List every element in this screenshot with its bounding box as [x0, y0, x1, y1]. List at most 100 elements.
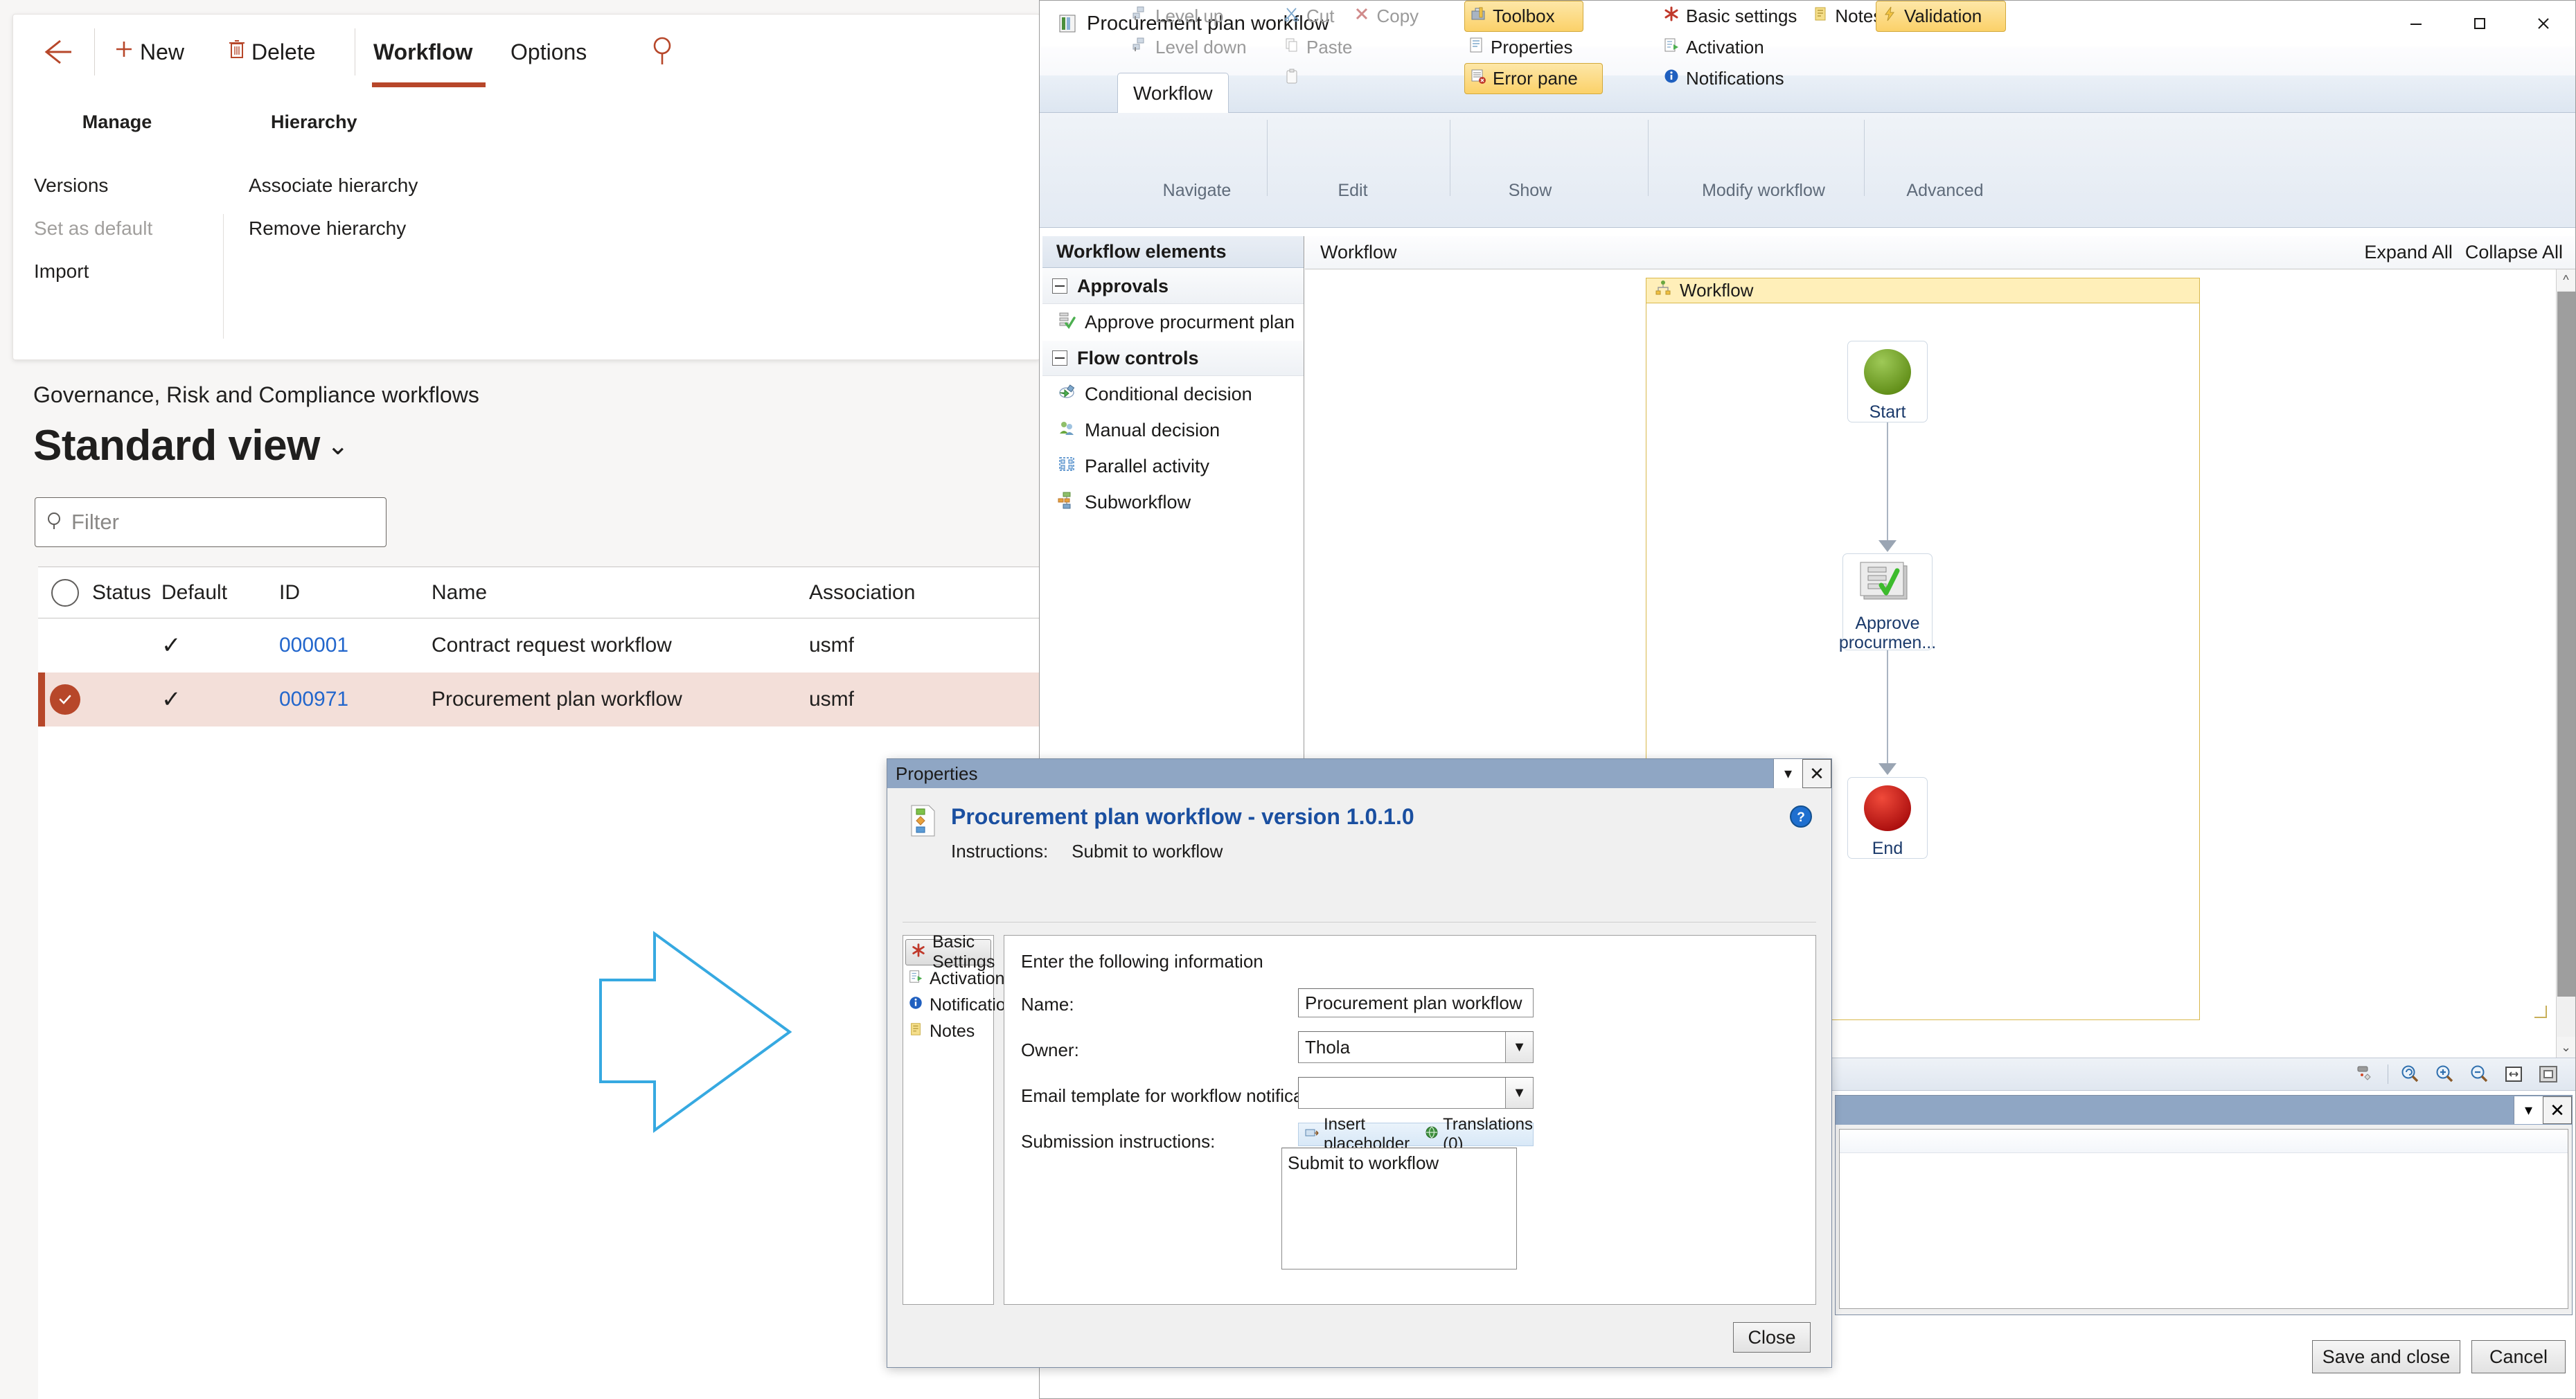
scroll-down-button[interactable]: ⌄ — [2557, 1037, 2575, 1058]
cell-id-link[interactable]: 000001 — [279, 634, 432, 657]
save-and-close-button[interactable]: Save and close — [2312, 1340, 2460, 1373]
new-button[interactable]: New — [114, 34, 184, 70]
expand-all-link[interactable]: Expand All — [2364, 242, 2453, 263]
email-template-select[interactable]: ▼ — [1298, 1077, 1534, 1109]
error-pane-body[interactable] — [1839, 1129, 2568, 1309]
chevron-down-icon[interactable]: ⌄ — [327, 430, 349, 461]
ribbon-item-associate-hierarchy[interactable]: Associate hierarchy — [249, 175, 526, 197]
zoom-in-icon[interactable] — [2431, 1062, 2458, 1087]
search-icon[interactable] — [647, 34, 679, 69]
column-header-id[interactable]: ID — [279, 581, 432, 605]
properties-dropdown-button[interactable]: ▾ — [1773, 759, 1802, 788]
cell-name: Contract request workflow — [432, 634, 672, 657]
properties-dialog: Properties ▾ ✕ Procurement plan workflow… — [887, 758, 1832, 1368]
owner-select[interactable]: Thola ▼ — [1298, 1031, 1534, 1063]
row-select[interactable] — [38, 684, 92, 715]
filter-input[interactable]: Filter — [35, 497, 387, 547]
element-manual-decision[interactable]: Manual decision — [1042, 412, 1304, 448]
close-button[interactable]: Close — [1733, 1322, 1811, 1353]
minimize-button[interactable] — [2384, 1, 2448, 46]
check-circle-icon — [50, 684, 80, 715]
submission-instructions-textarea[interactable]: Submit to workflow — [1281, 1148, 1517, 1269]
tab-workflow-label: Workflow — [373, 39, 473, 64]
scrollbar-thumb[interactable] — [2557, 292, 2575, 997]
error-pane-dropdown-button[interactable]: ▾ — [2514, 1096, 2543, 1124]
element-approve-procurment-plan[interactable]: Approve procurment plan — [1042, 304, 1304, 340]
zoom-reset-icon[interactable] — [2397, 1062, 2423, 1087]
collapse-icon[interactable] — [1052, 278, 1067, 294]
ribbon-item-notes[interactable]: Notes — [1812, 1, 1882, 32]
element-parallel-activity[interactable]: Parallel activity — [1042, 448, 1304, 484]
properties-close-icon[interactable]: ✕ — [1802, 759, 1831, 788]
column-header-default[interactable]: Default — [161, 581, 279, 605]
fit-selection-icon[interactable] — [2353, 1062, 2379, 1087]
asterisk-icon — [1663, 6, 1680, 27]
properties-header-title: Procurement plan workflow - version 1.0.… — [951, 804, 1414, 829]
back-arrow-icon[interactable] — [39, 34, 77, 70]
column-header-association[interactable]: Association — [809, 581, 989, 605]
canvas-vertical-scrollbar[interactable]: ^ ⌄ — [2556, 269, 2575, 1058]
zoom-out-icon[interactable] — [2466, 1062, 2492, 1087]
annotation-arrow-icon — [596, 928, 797, 1139]
nav-item-activation[interactable]: Activation — [903, 965, 1004, 992]
tab-workflow[interactable]: Workflow — [373, 34, 472, 70]
chevron-down-icon[interactable]: ▼ — [1505, 1032, 1533, 1062]
node-approve-procurement[interactable]: Approve procurmen... — [1839, 553, 1936, 652]
scroll-up-button[interactable]: ^ — [2557, 269, 2575, 290]
ribbon-item-properties[interactable]: Properties — [1468, 32, 1634, 63]
cancel-button[interactable]: Cancel — [2471, 1340, 2566, 1373]
nav-item-notifications[interactable]: Notifications — [903, 992, 1024, 1018]
maximize-button[interactable] — [2448, 1, 2512, 46]
ribbon-item-toolbox[interactable]: Toolbox — [1464, 1, 1583, 32]
column-header-status[interactable]: Status — [92, 581, 161, 605]
help-icon[interactable]: ? — [1788, 804, 1813, 829]
name-input[interactable]: Procurement plan workflow — [1298, 988, 1534, 1017]
svg-text:?: ? — [1797, 810, 1805, 825]
cell-id-link[interactable]: 000971 — [279, 688, 432, 711]
element-group-flow-controls[interactable]: Flow controls — [1042, 340, 1304, 376]
delete-button[interactable]: Delete — [228, 34, 316, 70]
node-end-label: End — [1872, 839, 1903, 858]
select-all-checkbox[interactable] — [38, 578, 92, 607]
close-button[interactable] — [2512, 1, 2575, 46]
resize-handle[interactable] — [2534, 1006, 2547, 1018]
properties-nav: Basic Settings Activation Notifications — [903, 932, 1024, 1305]
node-start[interactable]: Start — [1847, 341, 1928, 422]
ribbon-item-error-pane[interactable]: Error pane — [1464, 63, 1603, 94]
nav-item-notes[interactable]: Notes — [903, 1018, 993, 1044]
node-end[interactable]: End — [1847, 777, 1928, 859]
table-row[interactable]: ✓ 000001 Contract request workflow usmf — [38, 618, 1040, 672]
ribbon-item-notifications[interactable]: Notifications — [1663, 63, 1892, 94]
ribbon-group-edit-label: Edit — [1338, 181, 1368, 200]
error-pane-close-button[interactable]: ✕ — [2543, 1096, 2572, 1124]
fit-page-icon[interactable] — [2535, 1062, 2561, 1087]
element-group-approvals[interactable]: Approvals — [1042, 268, 1304, 304]
ribbon-item-remove-hierarchy[interactable]: Remove hierarchy — [249, 217, 526, 240]
cell-default: ✓ — [161, 632, 181, 659]
fit-width-icon[interactable] — [2501, 1062, 2527, 1087]
asterisk-icon — [911, 943, 926, 963]
properties-title: Properties — [896, 763, 978, 784]
properties-titlebar[interactable]: Properties ▾ ✕ — [887, 759, 1831, 788]
chevron-down-icon[interactable]: ▼ — [1505, 1078, 1533, 1108]
ribbon-item-validation[interactable]: Validation — [1876, 1, 2006, 32]
ribbon-item-activation[interactable]: Activation — [1663, 32, 1892, 63]
ribbon-item-basic-settings[interactable]: Basic settings — [1663, 1, 1797, 32]
filter-placeholder: Filter — [71, 510, 119, 534]
element-subworkflow[interactable]: Subworkflow — [1042, 484, 1304, 520]
page-title-row[interactable]: Standard view ⌄ — [33, 421, 349, 470]
tab-workflow-ribbon[interactable]: Workflow — [1117, 73, 1229, 113]
properties-header: Procurement plan workflow - version 1.0.… — [887, 789, 1831, 927]
edge-approve-end — [1887, 650, 1888, 768]
ribbon-group-manage-title: Manage — [82, 112, 152, 132]
error-pane-titlebar: ▾ ✕ — [1836, 1096, 2572, 1125]
nav-item-basic-settings[interactable]: Basic Settings — [905, 932, 995, 972]
element-conditional-decision[interactable]: Conditional decision — [1042, 376, 1304, 412]
ribbon-item-import[interactable]: Import — [34, 260, 200, 283]
ribbon-item-versions[interactable]: Versions — [34, 175, 200, 197]
tab-options[interactable]: Options — [510, 34, 587, 70]
table-row[interactable]: ✓ 000971 Procurement plan workflow usmf — [38, 672, 1040, 727]
collapse-all-link[interactable]: Collapse All — [2465, 242, 2563, 263]
column-header-name[interactable]: Name — [432, 581, 809, 605]
collapse-icon[interactable] — [1052, 350, 1067, 366]
